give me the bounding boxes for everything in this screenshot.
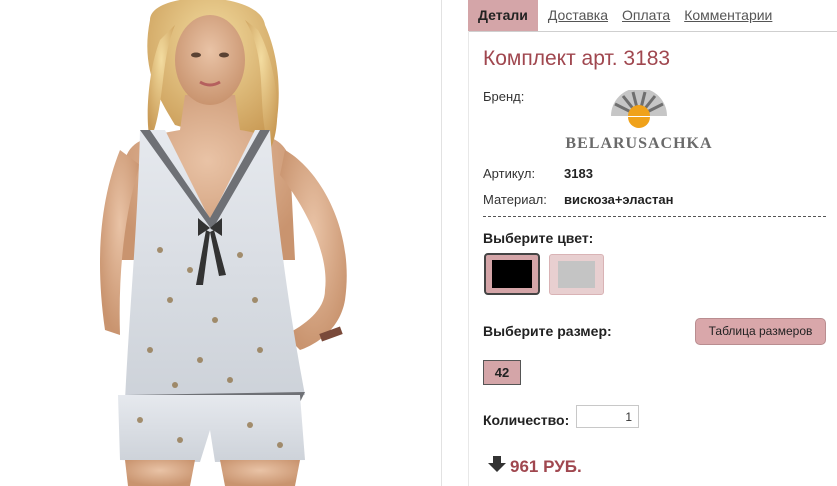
size-table-button[interactable]: Таблица размеров <box>695 318 826 345</box>
product-photo[interactable] <box>0 0 440 486</box>
panel-border <box>468 31 469 486</box>
color-label: Выберите цвет: <box>483 230 594 246</box>
size-label: Выберите размер: <box>483 323 612 339</box>
article-label: Артикул: <box>483 166 536 181</box>
svg-text:BELARUSACHKA: BELARUSACHKA <box>565 135 712 152</box>
brand-logo[interactable]: BELARUSACHKA <box>565 88 713 152</box>
tabs-underline <box>468 31 837 32</box>
black-color-fill <box>492 260 532 288</box>
tab-delivery[interactable]: Доставка <box>548 7 608 32</box>
price: 961 РУБ. <box>488 456 582 477</box>
size-option-42[interactable]: 42 <box>483 360 521 385</box>
tab-comments[interactable]: Комментарии <box>684 7 772 32</box>
price-value: 961 РУБ. <box>510 456 582 476</box>
sun-logo-icon <box>611 88 667 128</box>
product-title: Комплект арт. 3183 <box>483 47 671 70</box>
quantity-input[interactable] <box>576 405 639 428</box>
tab-payment[interactable]: Оплата <box>622 7 670 32</box>
grey-color-fill <box>558 261 595 288</box>
tab-details[interactable]: Детали <box>468 0 538 32</box>
section-divider <box>483 216 826 217</box>
color-swatch-black[interactable] <box>484 253 540 295</box>
material-value: вискоза+эластан <box>564 192 674 207</box>
brand-label: Бренд: <box>483 89 525 104</box>
quantity-label: Количество: <box>483 412 570 428</box>
product-tabs: Детали Доставка Оплата Комментарии <box>468 0 786 32</box>
article-value: 3183 <box>564 166 593 181</box>
material-label: Материал: <box>483 192 547 207</box>
column-divider <box>441 0 442 486</box>
down-arrow-icon <box>488 456 506 477</box>
color-swatch-grey[interactable] <box>549 254 604 295</box>
